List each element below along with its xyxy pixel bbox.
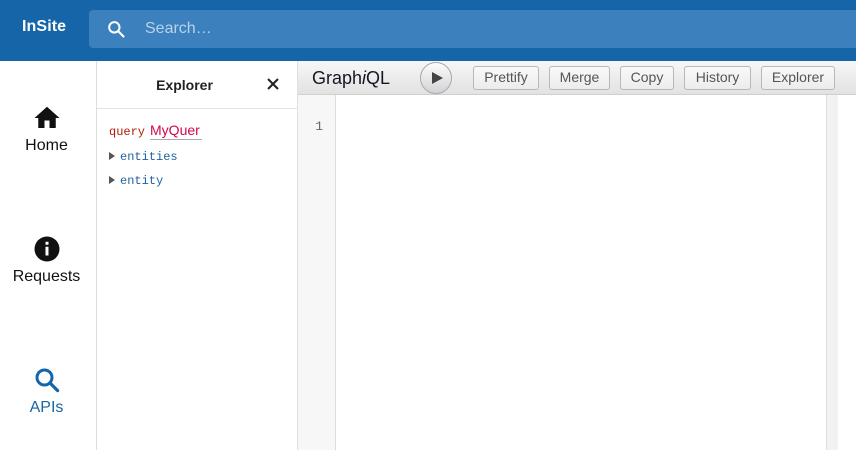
search-icon (108, 21, 125, 38)
operation-name-input[interactable]: MyQuer (150, 122, 203, 140)
search-input[interactable] (145, 10, 825, 48)
field-label: entities (120, 150, 178, 164)
query-editor[interactable]: 1 (298, 95, 856, 450)
graphiql-title-suffix: QL (366, 68, 391, 88)
nav-item-label: APIs (29, 399, 64, 416)
graphiql-title: GraphiQL (312, 68, 390, 89)
query-keyword: query (109, 125, 146, 139)
top-app-bar: InSite (0, 0, 856, 61)
field-label: entity (120, 174, 164, 188)
explorer-title: Explorer (156, 77, 213, 93)
close-icon[interactable] (265, 76, 281, 92)
graphiql-toolbar: GraphiQL Prettify Merge Copy History Exp… (298, 61, 856, 95)
explorer-field-entity[interactable]: entity (109, 174, 163, 188)
run-query-button[interactable] (420, 62, 452, 94)
merge-button[interactable]: Merge (549, 66, 610, 90)
caret-right-icon (109, 152, 115, 160)
copy-button[interactable]: Copy (620, 66, 674, 90)
graphiql-title-prefix: Graph (312, 68, 363, 88)
info-icon (34, 236, 59, 262)
nav-item-label: Home (25, 137, 68, 154)
caret-right-icon (109, 176, 115, 184)
nav-item-requests[interactable]: Requests (0, 234, 93, 286)
editor-gutter: 1 (298, 95, 336, 450)
prettify-button[interactable]: Prettify (473, 66, 539, 90)
brand-logo-text[interactable]: InSite (22, 18, 66, 36)
explorer-panel: Explorer query MyQuer entities entity (97, 61, 298, 450)
explorer-header: Explorer (97, 61, 297, 109)
explorer-field-entities[interactable]: entities (109, 150, 178, 164)
play-icon (432, 72, 443, 84)
search-bar[interactable] (89, 10, 856, 48)
line-number: 1 (315, 119, 323, 134)
nav-item-apis[interactable]: APIs (0, 365, 93, 417)
explorer-button[interactable]: Explorer (761, 66, 835, 90)
home-icon (34, 106, 59, 128)
query-operation-line: query MyQuer (109, 122, 203, 140)
editor-scrollbar[interactable] (826, 95, 838, 450)
search-icon (35, 368, 59, 393)
history-button[interactable]: History (684, 66, 751, 90)
left-navigation: Home Requests APIs (0, 61, 97, 450)
nav-item-home[interactable]: Home (0, 103, 93, 155)
nav-item-label: Requests (12, 268, 81, 285)
